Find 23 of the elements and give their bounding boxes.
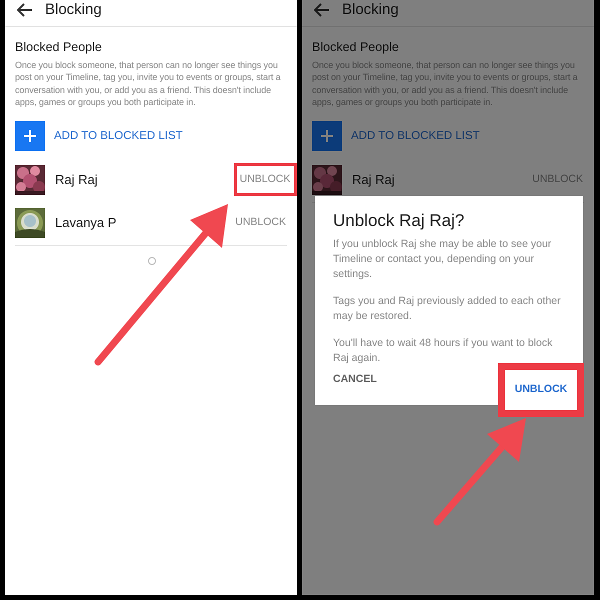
screen-title: Blocking bbox=[342, 1, 399, 19]
description-text: Once you block someone, that person can no longer see things you post on your Timeline, tag you, invite you to events or groups, start a conversation with you, or add you as a friend. This doesn't include apps, games or groups you both participate in. bbox=[15, 59, 282, 108]
unblock-button[interactable]: UNBLOCK bbox=[532, 172, 584, 188]
unblock-button[interactable]: UNBLOCK bbox=[240, 172, 292, 188]
add-link[interactable]: ADD TO BLOCKED LIST bbox=[351, 128, 480, 145]
back-icon[interactable] bbox=[17, 3, 33, 17]
add-icon[interactable] bbox=[15, 121, 45, 152]
add-link[interactable]: ADD TO BLOCKED LIST bbox=[54, 128, 183, 145]
section-title: Blocked People bbox=[312, 39, 400, 55]
cancel-button[interactable]: CANCEL bbox=[333, 372, 377, 388]
screen-title: Blocking bbox=[45, 1, 102, 19]
person-name: Lavanya P bbox=[55, 214, 118, 232]
person-name: Raj Raj bbox=[352, 170, 396, 189]
add-icon[interactable] bbox=[312, 121, 342, 152]
unblock-button[interactable]: UNBLOCK bbox=[235, 214, 287, 231]
person-name: Raj Raj bbox=[55, 170, 99, 189]
dialog-title: Unblock Raj Raj? bbox=[333, 210, 466, 232]
dialog-text: You'll have to wait 48 hours if you want to block Raj again. bbox=[333, 336, 554, 366]
unblock-button[interactable]: UNBLOCK bbox=[514, 382, 568, 398]
section-title: Blocked People bbox=[15, 39, 103, 55]
dialog-text: If you unblock Raj she may be able to see your Timeline or contact you, depending on your settings. bbox=[333, 237, 552, 282]
dialog-text: Tags you and Raj previously added to each other may be restored. bbox=[333, 294, 562, 324]
description-text: Once you block someone, that person can no longer see things you post on your Timeline, tag you, invite you to events or groups, start a conversation with you, or add you as a friend. This doesn't include apps, games or groups you both participate in. bbox=[312, 59, 579, 108]
